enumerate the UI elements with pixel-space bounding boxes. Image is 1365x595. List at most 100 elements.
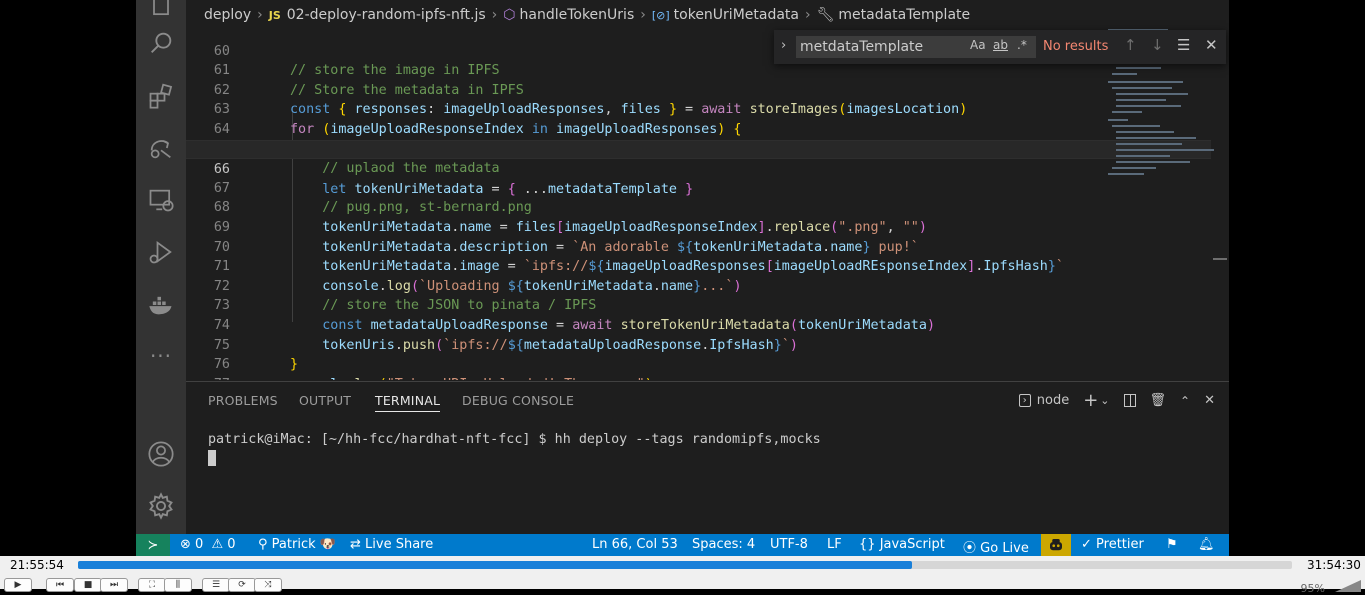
remote-window-icon[interactable] [136,180,186,220]
breadcrumb-property[interactable]: metadataTemplate [838,7,970,23]
function-symbol-icon: ⬡ [503,7,516,23]
code-line[interactable]: 67 // pug.png, st-bernard.png [186,159,1211,216]
problems-status[interactable]: ⊗ 0 ⚠ 0 [180,537,236,552]
settings-gear-icon[interactable] [136,486,186,526]
code-editor[interactable]: 60 // store the image in IPFS 61 // Stor… [186,22,1229,380]
find-widget: › metdataTemplate Aa ab .* No results ↑ … [774,30,1226,64]
copilot-icon[interactable] [1041,534,1071,556]
user-icon: ⚲ [258,537,268,552]
code-line[interactable]: 69 tokenUriMetadata.description = `An ad… [186,198,1211,255]
line-ending[interactable]: LF [827,537,842,552]
accounts-icon[interactable] [136,434,186,474]
match-case-icon[interactable]: Aa [970,38,986,52]
live-share-icon: ⇄ [350,537,361,552]
code-line[interactable]: 76 console.log("Token URIs Uploaded! The… [186,336,1211,380]
tab-problems[interactable]: PROBLEMS [208,393,278,408]
code-line[interactable]: 75 } [186,316,1211,373]
media-player-bar: 21:55:54 31:54:30 ▶ ⏮ ■ ⏭ ⛶ ⫼ ☰ ⟳ ⤨ 95% [0,556,1365,595]
tab-output[interactable]: OUTPUT [299,393,351,408]
bottom-panel: PROBLEMS OUTPUT TERMINAL DEBUG CONSOLE ›… [186,381,1229,535]
loop-icon[interactable]: ⟳ [228,578,256,592]
encoding[interactable]: UTF-8 [770,537,808,552]
variable-symbol-icon: [⊘] [651,8,670,22]
indentation[interactable]: Spaces: 4 [692,537,755,552]
previous-match-arrow-up-icon[interactable]: ↑ [1124,36,1137,54]
language-mode[interactable]: {} JavaScript [859,537,945,552]
breadcrumb-variable[interactable]: tokenUriMetadata [674,7,799,23]
chevron-down-icon[interactable]: ⌄ [1100,394,1109,407]
code-line-active[interactable]: 66 let tokenUriMetadata = { ...metadataT… [186,139,1211,197]
terminal-shell-name[interactable]: node [1037,393,1069,408]
code-line[interactable]: 72 // store the JSON to pinata / IPFS [186,257,1211,314]
extensions-icon[interactable] [136,76,186,116]
code-line[interactable]: 64 // create metadata [186,100,1211,157]
search-icon[interactable] [136,23,186,63]
go-live-button[interactable]: ⦿ Go Live [963,537,1029,556]
playlist-icon[interactable]: ☰ [202,578,230,592]
regex-icon[interactable]: .* [1017,38,1027,52]
new-terminal-plus-icon[interactable]: + [1083,390,1098,411]
terminal-icon: › [1018,394,1031,407]
whole-word-icon[interactable]: ab [993,38,1008,52]
maximize-chevron-up-icon[interactable]: ⌃ [1180,394,1190,408]
feedback-icon[interactable]: ⚑ [1166,537,1178,552]
find-in-selection-icon[interactable]: ☰ [1177,36,1190,54]
scrollbar-marker[interactable] [1213,258,1227,260]
tab-terminal[interactable]: TERMINAL [375,393,441,412]
wrench-icon: 🔧︎ [816,7,835,23]
next-icon[interactable]: ⏭ [100,578,128,592]
play-icon[interactable]: ▶ [4,578,32,592]
js-file-icon: JS [268,8,281,22]
code-line[interactable]: 70 tokenUriMetadata.image = `ipfs://${im… [186,218,1211,275]
seek-bar[interactable] [78,561,1292,569]
toggle-replace-chevron-icon[interactable]: › [781,38,786,53]
code-line[interactable]: 71 console.log(`Uploading ${tokenUriMeta… [186,238,1211,294]
status-bar: ≻ ⊗ 0 ⚠ 0 ⚲ Patrick 🐶 ⇄ Live Share Ln 66… [136,534,1229,556]
extended-settings-icon[interactable]: ⫼ [164,578,192,592]
prettier-button[interactable]: ✓ Prettier [1081,537,1144,552]
error-icon: ⊗ [180,537,191,552]
stop-icon[interactable]: ■ [74,578,102,592]
cursor-position[interactable]: Ln 66, Col 53 [592,537,678,552]
remote-explorer-icon[interactable] [136,128,186,168]
remote-indicator-icon[interactable]: ≻ [136,534,170,556]
more-icon[interactable]: ··· [136,336,186,376]
fullscreen-icon[interactable]: ⛶ [138,578,166,592]
chevron-right-icon: › [640,7,646,23]
braces-icon: {} [859,537,876,552]
close-panel-icon[interactable]: ✕ [1204,393,1215,408]
code-line[interactable]: 62 const { responses: imageUploadRespons… [186,61,1211,118]
seek-progress [78,561,913,569]
shuffle-icon[interactable]: ⤨ [254,578,282,592]
split-terminal-icon[interactable] [1123,394,1136,407]
find-result-count: No results [1043,39,1109,54]
breadcrumb-folder[interactable]: deploy [204,7,251,23]
code-line[interactable]: 63 for (imageUploadResponseIndex in imag… [186,81,1211,137]
broadcast-icon: ⦿ [963,541,977,556]
code-line[interactable]: 65 // uplaod the metadata [186,120,1211,177]
terminal-output[interactable]: patrick@iMac: [~/hh-fcc/hardhat-nft-fcc]… [208,432,821,447]
vscode-window: ··· deploy › JS 02-deploy-random-ipfs-nf… [136,0,1229,556]
trash-icon[interactable]: 🗑︎ [1150,393,1167,408]
code-line[interactable]: 74 tokenUris.push(`ipfs://${metadataUplo… [186,296,1211,353]
code-line[interactable]: 68 tokenUriMetadata.name = files[imageUp… [186,179,1211,235]
tab-debug-console[interactable]: DEBUG CONSOLE [462,393,574,408]
breadcrumb-file[interactable]: 02-deploy-random-ipfs-nft.js [287,7,486,23]
user-status[interactable]: ⚲ Patrick 🐶 [258,537,336,552]
chevron-right-icon: › [257,7,263,23]
check-icon: ✓ [1081,537,1092,552]
code-line[interactable]: 73 const metadataUploadResponse = await … [186,277,1211,333]
live-share-button[interactable]: ⇄ Live Share [350,537,433,552]
next-match-arrow-down-icon[interactable]: ↓ [1151,36,1164,54]
volume-slider-icon[interactable] [1335,580,1361,592]
warning-icon: ⚠ [211,537,224,552]
code-line[interactable]: 77 console.log(tokenUris) [186,355,1211,380]
emoji-icon: 🐶 [319,537,336,552]
previous-icon[interactable]: ⏮ [46,578,74,592]
run-debug-icon[interactable] [136,232,186,272]
breadcrumb-function[interactable]: handleTokenUris [520,7,635,23]
close-find-icon[interactable]: ✕ [1205,36,1218,54]
docker-icon[interactable] [136,285,186,325]
total-time: 31:54:30 [1307,558,1361,572]
notifications-bell-icon[interactable]: 🔔︎ [1198,537,1215,552]
